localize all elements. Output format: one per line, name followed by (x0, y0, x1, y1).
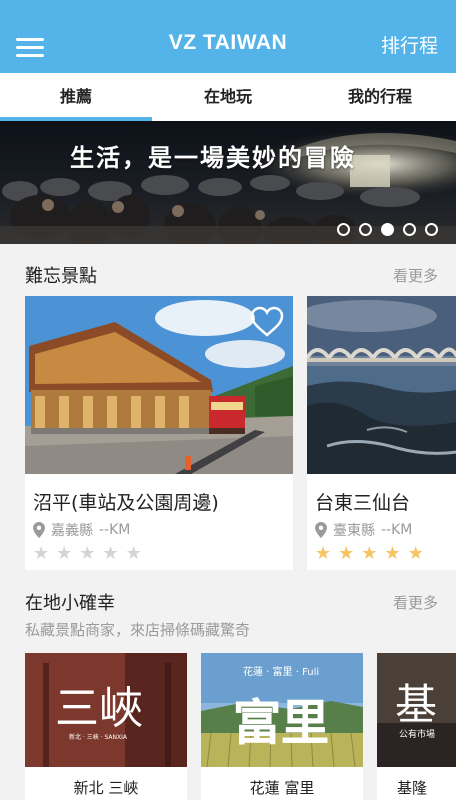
logo-wordmark: 富里 (233, 695, 329, 751)
star-icon: ★ (125, 543, 142, 564)
star-icon: ★ (56, 543, 73, 564)
logo-wordmark: 三峽 (55, 683, 143, 734)
plan-itinerary-button[interactable]: 排行程 (381, 31, 438, 58)
local-card-label: 花蓮 富里 (249, 779, 315, 797)
map-pin-icon (33, 522, 45, 538)
spot-photo (307, 296, 456, 474)
see-more-local-link[interactable]: 看更多 (393, 592, 438, 613)
section-title-spots: 難忘景點 (25, 266, 97, 287)
star-icon: ★ (407, 543, 424, 564)
tab-bar: 推薦 在地玩 我的行程 (0, 73, 456, 121)
tab-local-play[interactable]: 在地玩 (152, 73, 304, 121)
carousel-dot-active[interactable] (381, 223, 394, 236)
star-icon: ★ (33, 543, 50, 564)
star-icon: ★ (384, 543, 401, 564)
spot-name: 台東三仙台 (315, 492, 411, 514)
spot-county: 嘉義縣 (51, 523, 93, 539)
local-card[interactable]: 花蓮 · 富里 · Fuli 富里 花蓮 富里 (201, 653, 363, 800)
local-card[interactable]: 基 公有市場 基隆 (377, 653, 456, 800)
local-photo: 花蓮 · 富里 · Fuli 富里 (201, 653, 363, 768)
logo-subtext: 新北 · 三峽 · SANXIA (69, 733, 128, 741)
section-subtitle-local: 私藏景點商家，來店掃條碼藏驚奇 (25, 621, 251, 639)
see-more-spots-link[interactable]: 看更多 (393, 265, 438, 286)
logo-wordmark: 基 (395, 680, 437, 729)
spot-distance: --KM (381, 522, 413, 538)
local-card-label: 基隆 (397, 779, 428, 797)
tab-recommended[interactable]: 推薦 (0, 73, 152, 121)
star-icon: ★ (315, 543, 332, 564)
star-icon: ★ (79, 543, 96, 564)
favorite-heart-icon[interactable] (249, 306, 285, 338)
tab-my-itinerary[interactable]: 我的行程 (304, 73, 456, 121)
star-icon: ★ (338, 543, 355, 564)
carousel-dot[interactable] (403, 223, 416, 236)
star-icon: ★ (102, 543, 119, 564)
logo-subtext: 花蓮 · 富里 · Fuli (243, 665, 319, 678)
local-card-label: 新北 三峽 (73, 779, 139, 797)
top-bar: VZ TAIWAN 排行程 (0, 0, 456, 73)
banner-carousel[interactable]: 生活，是一場美妙的冒險 (0, 121, 456, 244)
spot-county: 臺東縣 (333, 523, 375, 539)
local-photo: 三峽 新北 · 三峽 · SANXIA (25, 653, 187, 767)
spot-location: 嘉義縣 --KM (33, 520, 130, 540)
spot-name: 沼平(車站及公園周邊) (33, 492, 219, 514)
hamburger-menu-icon[interactable] (16, 34, 46, 58)
star-rating: ★ ★ ★ ★ ★ (33, 544, 142, 564)
banner-caption: 生活，是一場美妙的冒險 (70, 144, 356, 172)
star-icon: ★ (361, 543, 378, 564)
spot-location: 臺東縣 --KM (315, 520, 412, 540)
spot-card[interactable]: 台東三仙台 臺東縣 --KM ★ ★ ★ ★ ★ (307, 296, 456, 570)
spot-card[interactable]: 沼平(車站及公園周邊) 嘉義縣 --KM ★ ★ ★ ★ ★ (25, 296, 293, 570)
carousel-dot[interactable] (425, 223, 438, 236)
logo-subtext: 公有市場 (399, 728, 435, 740)
map-pin-icon (315, 522, 327, 538)
section-title-local: 在地小確幸 (25, 593, 115, 614)
carousel-dot[interactable] (337, 223, 350, 236)
spot-distance: --KM (99, 522, 131, 538)
star-rating: ★ ★ ★ ★ ★ (315, 544, 424, 564)
local-photo: 基 公有市場 (377, 653, 456, 767)
carousel-dot[interactable] (359, 223, 372, 236)
carousel-dots (337, 223, 438, 236)
local-card[interactable]: 三峽 新北 · 三峽 · SANXIA 新北 三峽 (25, 653, 187, 800)
